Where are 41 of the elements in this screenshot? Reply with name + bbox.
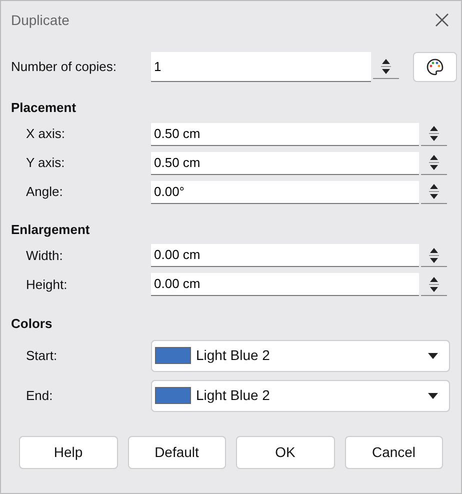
window-title: Duplicate <box>11 10 70 30</box>
up-arrow-icon <box>430 248 438 252</box>
field-label: Angle: <box>26 183 64 202</box>
spin-field[interactable]: 0.50 cm <box>151 152 419 174</box>
dialog-button[interactable]: Default <box>128 436 226 468</box>
section-heading: Colors <box>10 315 54 333</box>
down-arrow-icon <box>430 136 438 141</box>
spin-field[interactable]: 0.50 cm <box>151 122 419 146</box>
up-arrow-icon <box>430 126 438 131</box>
dialog-button[interactable]: Cancel <box>344 436 443 468</box>
dialog-button[interactable]: Help <box>19 436 118 468</box>
down-arrow-icon <box>430 165 438 170</box>
palette-button[interactable] <box>413 52 457 82</box>
field-label: Width: <box>26 246 64 265</box>
up-arrow-icon <box>382 59 390 64</box>
color-dropdown[interactable]: Light Blue 2 <box>151 380 450 412</box>
up-arrow-icon <box>430 276 438 282</box>
field-label: Start: <box>26 346 58 365</box>
dialog-button[interactable]: OK <box>236 436 334 468</box>
caret-icon <box>428 352 438 358</box>
palette-icon <box>426 58 444 76</box>
down-arrow-icon <box>430 258 438 262</box>
spin-field[interactable]: 0.00 cm <box>151 273 419 296</box>
copies-field[interactable]: 1 <box>151 52 371 82</box>
caret-icon <box>428 392 438 398</box>
down-arrow-icon <box>382 69 390 74</box>
up-arrow-icon <box>430 155 438 160</box>
close-icon[interactable] <box>435 13 449 27</box>
down-arrow-icon <box>430 194 438 199</box>
section-heading: Enlargement <box>10 220 91 239</box>
down-arrow-icon <box>430 286 438 292</box>
field-label: Height: <box>26 276 68 294</box>
color-dropdown[interactable]: Light Blue 2 <box>151 340 450 372</box>
field-label: Y axis: <box>26 154 66 172</box>
field-label: End: <box>26 386 54 405</box>
spin-field[interactable]: 0.00 cm <box>151 244 419 267</box>
field-label: Number of copies: <box>11 58 118 76</box>
section-heading: Placement <box>10 99 78 117</box>
up-arrow-icon <box>430 184 438 189</box>
spin-field[interactable]: 0.00° <box>151 180 419 204</box>
field-label: X axis: <box>26 125 66 144</box>
